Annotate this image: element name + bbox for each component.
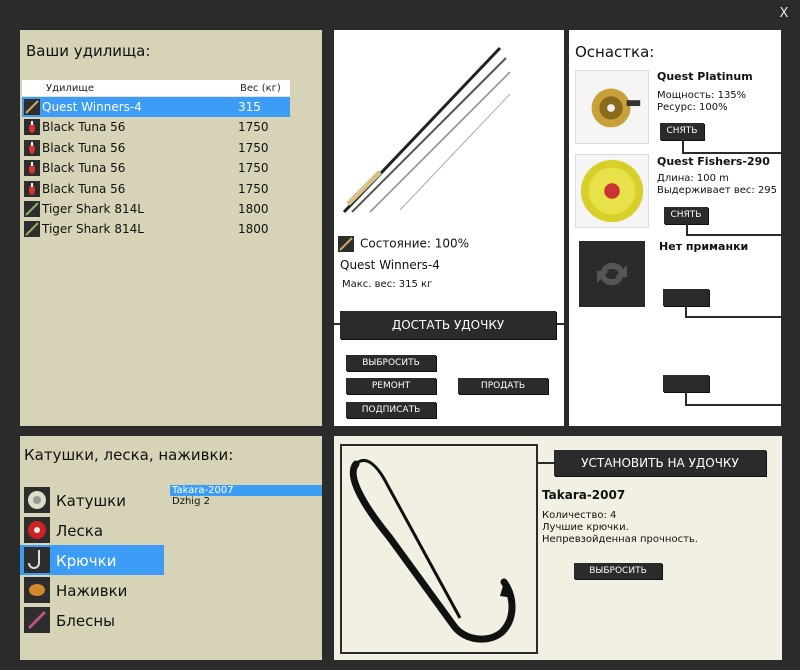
rod-weight: 1750 (238, 140, 269, 155)
close-button[interactable]: X (776, 6, 792, 22)
connector-line (556, 323, 569, 325)
line-stats: Длина: 100 m Выдерживает вес: 295 (657, 173, 777, 197)
line-length: Длина: 100 m (657, 173, 729, 184)
repair-button[interactable]: РЕМОНТ (346, 378, 436, 394)
connector-line (686, 234, 782, 236)
line-strength: Выдерживает вес: 295 (657, 185, 778, 196)
rod-name: Black Tuna 56 (42, 181, 126, 196)
tackle-panel: Оснастка: Quest Platinum Мощность: 135% … (569, 30, 781, 426)
rod-name: Black Tuna 56 (42, 120, 126, 135)
hook-image (349, 458, 516, 643)
category-spoons[interactable]: Блесны (20, 605, 164, 635)
col-weight: Вес (кг) (240, 83, 281, 94)
rod-row[interactable]: Tiger Shark 814L 1800 (22, 199, 290, 219)
connector-line (538, 462, 554, 464)
bobber-icon (24, 160, 40, 177)
rod-weight: 1800 (238, 222, 269, 237)
rod-row[interactable]: Tiger Shark 814L 1800 (22, 219, 290, 239)
connector-line (682, 152, 782, 154)
category-label: Блесны (56, 612, 116, 630)
rod-weight: 1750 (238, 120, 269, 135)
rod-icon (24, 221, 40, 238)
item-description: Количество: 4 Лучшие крючки. Непревзойде… (542, 510, 698, 546)
bait-name: Нет приманки (659, 240, 749, 253)
rods-table: Удилище Вес (кг) Quest Winners-4 315 Bla… (22, 80, 290, 240)
hook-icon (24, 547, 50, 573)
category-label: Леска (56, 522, 104, 540)
remove-line-button[interactable]: СНЯТЬ (664, 207, 708, 224)
drop-item-button[interactable]: ВЫБРОСИТЬ (574, 563, 662, 579)
remove-reel-button[interactable]: СНЯТЬ (660, 123, 704, 140)
selected-rod-max-weight: Макс. вес: 315 кг (342, 279, 433, 290)
hook-image-frame (340, 444, 538, 654)
category-hooks[interactable]: Крючки (20, 545, 164, 575)
item-desc-line: Лучшие крючки. (542, 522, 629, 533)
reel-icon (24, 487, 50, 513)
tackle-title: Оснастка: (575, 43, 655, 61)
spoon-lure-icon (24, 607, 50, 633)
rod-icon (24, 99, 40, 115)
rod-weight: 1750 (238, 161, 269, 176)
item-name: Takara-2007 (542, 488, 626, 502)
rod-name: Tiger Shark 814L (42, 222, 144, 237)
list-item[interactable]: Takara-2007 (170, 485, 322, 496)
item-desc-line: Непревзойденная прочность. (542, 534, 698, 545)
rod-state: Состояние: 100% (338, 236, 469, 252)
selected-rod-name: Quest Winners-4 (340, 258, 440, 272)
list-item[interactable]: Dzhig 2 (170, 496, 322, 507)
line-name: Quest Fishers-290 (657, 155, 770, 168)
rod-icon (24, 200, 40, 217)
reel-name: Quest Platinum (657, 70, 753, 83)
reel-stats: Мощность: 135% Ресурс: 100% (657, 90, 746, 114)
connector-line (685, 316, 782, 318)
rod-weight: 315 (238, 100, 261, 114)
reel-power: Мощность: 135% (657, 90, 747, 101)
bobber-icon (24, 119, 40, 136)
line-spool-icon (24, 517, 50, 543)
hooks-list: Takara-2007 Dzhig 2 (170, 485, 322, 507)
rod-image (342, 46, 510, 214)
categories-title: Катушки, леска, наживки: (24, 446, 234, 464)
connector-line (685, 404, 782, 406)
bait-icon (24, 577, 50, 603)
rods-table-header: Удилище Вес (кг) (22, 80, 290, 97)
category-baits[interactable]: Наживки (20, 575, 164, 605)
rod-icon (338, 236, 354, 252)
category-label: Крючки (56, 552, 117, 570)
empty-slot-button[interactable] (663, 289, 709, 306)
bobber-icon (24, 139, 40, 156)
rod-weight: 1750 (238, 181, 269, 196)
reel-resource: Ресурс: 100% (657, 102, 728, 113)
rod-name: Black Tuna 56 (42, 140, 126, 155)
category-line[interactable]: Леска (20, 515, 164, 545)
rod-row[interactable]: Black Tuna 56 1750 (22, 158, 290, 178)
rod-name: Quest Winners-4 (42, 100, 142, 114)
category-label: Наживки (56, 582, 128, 600)
rod-name: Tiger Shark 814L (42, 201, 144, 216)
category-reels[interactable]: Катушки (20, 485, 164, 515)
rod-row[interactable]: Quest Winners-4 315 (22, 97, 290, 118)
rod-row[interactable]: Black Tuna 56 1750 (22, 138, 290, 158)
rod-row[interactable]: Black Tuna 56 1750 (22, 179, 290, 199)
empty-slot-button[interactable] (663, 375, 709, 392)
get-rod-button[interactable]: ДОСТАТЬ УДОЧКУ (340, 311, 556, 339)
empty-bait-slot (579, 241, 645, 307)
rod-name: Black Tuna 56 (42, 161, 126, 176)
sell-button[interactable]: ПРОДАТЬ (458, 378, 548, 394)
rod-state-text: Состояние: 100% (360, 236, 470, 251)
bobber-icon (24, 180, 40, 197)
sign-button[interactable]: ПОДПИСАТЬ (346, 402, 436, 418)
category-label: Катушки (56, 492, 126, 510)
reel-image (575, 70, 649, 144)
rod-row[interactable]: Black Tuna 56 1750 (22, 117, 290, 137)
rods-panel: Ваши удилища: Удилище Вес (кг) Quest Win… (20, 30, 322, 426)
rod-weight: 1800 (238, 201, 269, 216)
line-spool-image (575, 154, 649, 228)
col-rod: Удилище (46, 83, 94, 94)
rods-title: Ваши удилища: (26, 42, 151, 60)
drop-rod-button[interactable]: ВЫБРОСИТЬ (346, 355, 436, 371)
install-on-rod-button[interactable]: УСТАНОВИТЬ НА УДОЧКУ (554, 450, 766, 476)
categories-panel: Катушки, леска, наживки: Катушки Леска К… (20, 436, 322, 660)
item-quantity: Количество: 4 (542, 510, 617, 521)
